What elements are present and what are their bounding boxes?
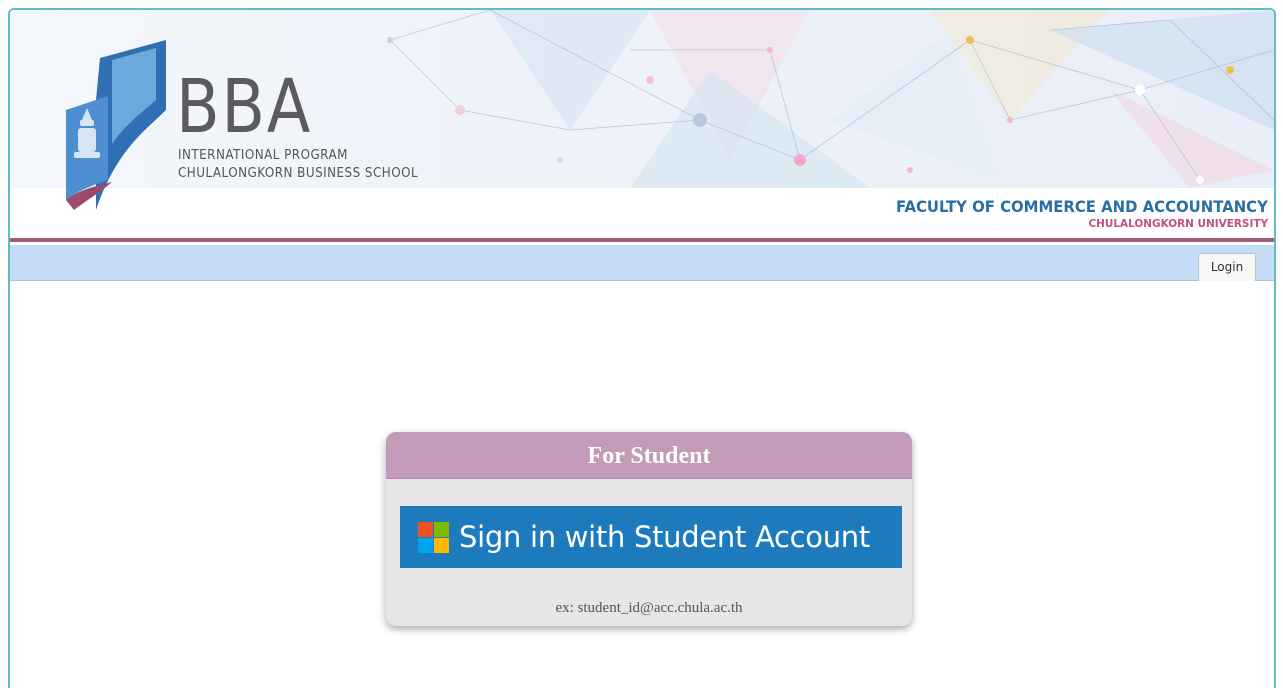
page-frame: BBA INTERNATIONAL PROGRAM CHULALONGKORN … (8, 8, 1276, 688)
brand-title: BBA (176, 64, 313, 150)
sign-in-label: Sign in with Student Account (459, 520, 870, 554)
email-example-hint: ex: student_id@acc.chula.ac.th (555, 600, 743, 616)
tab-login[interactable]: Login (1198, 253, 1256, 281)
program-subtitle: INTERNATIONAL PROGRAM (178, 148, 348, 163)
panel-title: For Student (386, 432, 912, 479)
chula-logo-icon (66, 40, 166, 210)
nav-bar: Login (10, 245, 1274, 281)
faculty-title: FACULTY OF COMMERCE AND ACCOUNTANCY (896, 197, 1268, 216)
microsoft-icon (418, 521, 449, 553)
school-subtitle: CHULALONGKORN BUSINESS SCHOOL (178, 166, 419, 181)
student-login-panel: For Student Sign in with Student Account… (386, 432, 912, 626)
sign-in-student-account-button[interactable]: Sign in with Student Account (400, 506, 902, 568)
university-subtitle: CHULALONGKORN UNIVERSITY (1088, 217, 1268, 230)
header-divider (10, 238, 1274, 242)
header-banner: BBA INTERNATIONAL PROGRAM CHULALONGKORN … (10, 10, 1274, 238)
